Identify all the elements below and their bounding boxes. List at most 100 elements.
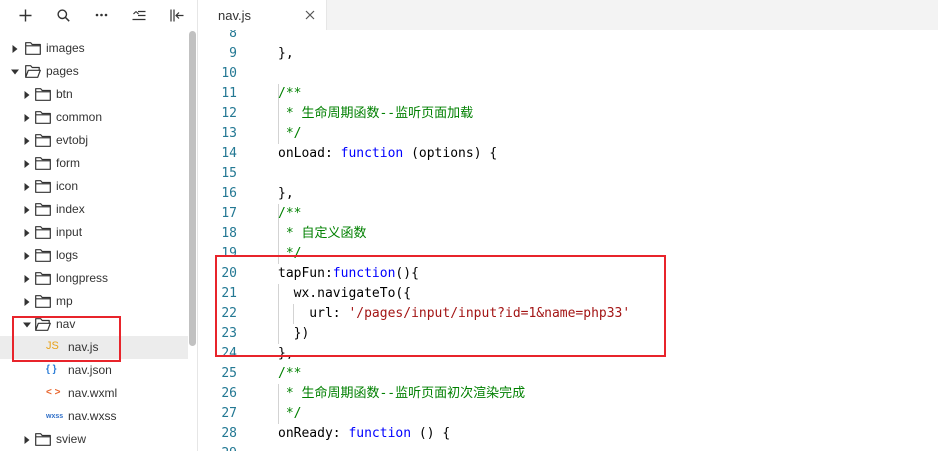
code-text: /** (278, 204, 301, 224)
code-line[interactable]: 10 (199, 64, 938, 84)
code-text: }, (278, 44, 294, 64)
explorer-scrollbar[interactable] (189, 31, 196, 346)
code-line[interactable]: 19 */ (199, 244, 938, 264)
code-text: */ (278, 124, 302, 144)
chevron-right-icon[interactable] (23, 206, 31, 214)
close-icon[interactable] (305, 10, 315, 20)
code-line[interactable]: 13 */ (199, 124, 938, 144)
code-text: */ (278, 404, 302, 424)
chevron-down-icon[interactable] (23, 321, 31, 329)
code-line[interactable]: 9}, (199, 44, 938, 64)
chevron-right-icon[interactable] (23, 114, 31, 122)
line-number: 10 (221, 66, 237, 81)
line-number: 27 (221, 406, 237, 421)
tree-folder-nav[interactable]: nav (0, 313, 188, 336)
code-string: '/pages/input/input?id=1&name=php33' (348, 306, 631, 321)
tree-folder-pages[interactable]: pages (0, 60, 188, 83)
tree-item-label: nav (56, 317, 76, 331)
code-line[interactable]: 29 (199, 444, 938, 451)
code-line[interactable]: 24}, (199, 344, 938, 364)
line-number: 9 (229, 46, 237, 61)
tree-file-nav-wxml[interactable]: < > nav.wxml (0, 382, 188, 405)
code-area[interactable]: 8 9}, 10 11/** 12 * 生命周期函数--监听页面加载 13 */14 onL… (199, 30, 938, 451)
add-button[interactable] (6, 0, 44, 30)
more-button[interactable] (82, 0, 120, 30)
collapse-sidebar-button[interactable] (158, 0, 196, 30)
chevron-right-icon[interactable] (23, 91, 31, 99)
line-number: 29 (199, 444, 237, 451)
code-line[interactable]: 26 * 生命周期函数--监听页面初次渲染完成 (199, 384, 938, 404)
chevron-right-icon[interactable] (23, 160, 31, 168)
tree-folder-form[interactable]: form (0, 152, 188, 175)
code-token: }, (278, 186, 294, 201)
tree-folder-icon[interactable]: icon (0, 175, 188, 198)
chevron-right-icon[interactable] (23, 275, 31, 283)
chevron-right-icon[interactable] (23, 137, 31, 145)
tab-nav-js[interactable]: nav.js (199, 0, 327, 30)
chevron-right-icon[interactable] (23, 252, 31, 260)
folder-icon (35, 433, 51, 446)
tree-folder-images[interactable]: images (0, 37, 188, 60)
line-number: 12 (221, 106, 237, 121)
code-line[interactable]: 25 /** (199, 364, 938, 384)
tree-file-nav-wxss[interactable]: wxss nav.wxss (0, 405, 188, 428)
tree-item-label: pages (46, 64, 79, 78)
code-line[interactable]: 20 tapFun:function(){ (199, 264, 938, 284)
code-token: (){ (395, 266, 419, 281)
tree-folder-evtobj[interactable]: evtobj (0, 129, 188, 152)
folder-icon (35, 226, 51, 239)
folder-icon (25, 42, 41, 55)
tree-folder-btn[interactable]: btn (0, 83, 188, 106)
code-token: }, (278, 46, 294, 61)
chevron-right-icon[interactable] (11, 45, 19, 53)
code-line[interactable]: 28 onReady: function () { (199, 424, 938, 444)
tree-folder-index[interactable]: index (0, 198, 188, 221)
chevron-right-icon[interactable] (23, 229, 31, 237)
tree-folder-mp[interactable]: mp (0, 290, 188, 313)
tree-folder-sview[interactable]: sview (0, 428, 188, 451)
search-icon (56, 8, 70, 22)
tree-folder-logs[interactable]: logs (0, 244, 188, 267)
line-number: 11 (221, 86, 237, 101)
folder-open-icon (35, 318, 51, 331)
chevron-right-icon[interactable] (23, 183, 31, 191)
code-text: wx.navigateTo({ (278, 284, 411, 304)
code-text: * 生命周期函数--监听页面加载 (278, 104, 473, 124)
search-button[interactable] (44, 0, 82, 30)
folder-icon (35, 88, 51, 101)
code-line[interactable]: 12 * 生命周期函数--监听页面加载 (199, 104, 938, 124)
code-line[interactable]: 22 url: '/pages/input/input?id=1&name=ph… (199, 304, 938, 324)
code-line[interactable]: 17 /** (199, 204, 938, 224)
tree-file-nav-js[interactable]: JS nav.js (0, 336, 188, 359)
outline-button[interactable] (120, 0, 158, 30)
folder-icon (35, 134, 51, 147)
chevron-right-icon[interactable] (23, 298, 31, 306)
tree-item-label: icon (56, 179, 79, 193)
code-line[interactable]: 14 onLoad: function (options) { (199, 144, 938, 164)
code-line[interactable]: 15 (199, 164, 938, 184)
chevron-right-icon[interactable] (23, 436, 31, 444)
code-line[interactable]: 11 /** (199, 84, 938, 104)
code-line[interactable]: 18 * 自定义函数 (199, 224, 938, 244)
code-line[interactable]: 16}, (199, 184, 938, 204)
tree-folder-common[interactable]: common (0, 106, 188, 129)
wxml-file-icon: < > (46, 387, 61, 398)
code-line[interactable]: 8 (199, 30, 938, 44)
code-token: }) (278, 326, 310, 341)
tree-item-label: form (56, 156, 80, 170)
tree-file-nav-json[interactable]: { } nav.json (0, 359, 188, 382)
wxss-file-icon: wxss (46, 413, 64, 420)
code-comment: */ (278, 406, 302, 421)
tree-folder-input[interactable]: input (0, 221, 188, 244)
code-line[interactable]: 23 }) (199, 324, 938, 344)
code-token: onLoad: (278, 146, 341, 161)
code-line[interactable]: 21 wx.navigateTo({ (199, 284, 938, 304)
chevron-down-icon[interactable] (11, 68, 19, 76)
tree-item-label: input (56, 225, 83, 239)
tree-folder-longpress[interactable]: longpress (0, 267, 188, 290)
code-token: wx.navigateTo({ (278, 286, 412, 301)
code-line[interactable]: 27 */ (199, 404, 938, 424)
outline-icon (132, 10, 146, 20)
code-text: /** (278, 364, 301, 384)
tree-item-label: logs (56, 248, 79, 262)
